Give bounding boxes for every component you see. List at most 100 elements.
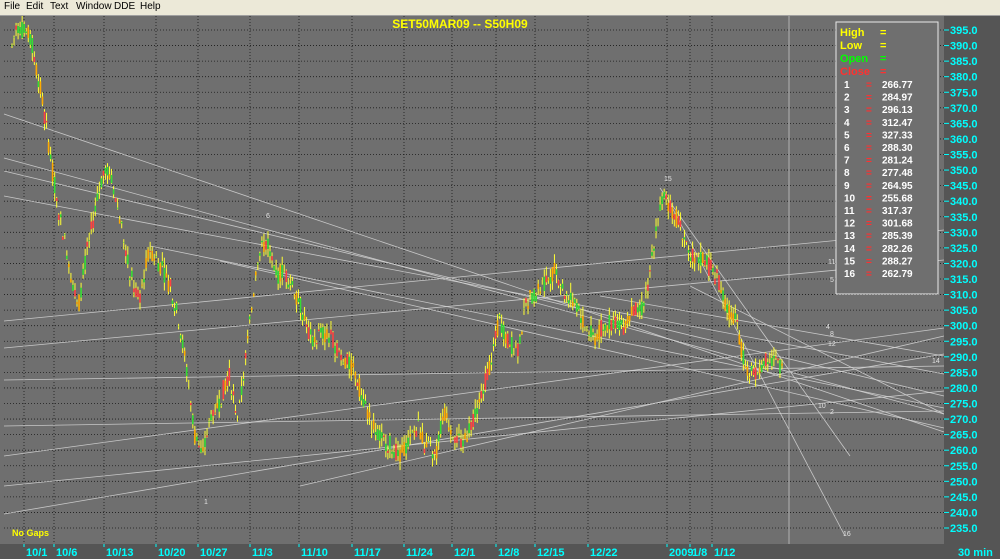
legend-equals: = [866,130,872,141]
legend-level-number: 2 [844,93,850,104]
menu-help[interactable]: Help [140,1,161,12]
y-tick-label: 295.0 [950,336,978,348]
y-tick-label: 390.0 [950,41,978,53]
legend-equals: = [866,156,872,167]
y-tick-label: 250.0 [950,476,978,488]
legend-level-number: 11 [844,206,855,217]
x-tick-label: 11/17 [354,547,381,559]
legend-level-number: 16 [844,269,856,280]
y-tick-label: 255.0 [950,461,978,473]
legend-open-label: Open [840,53,868,65]
legend-equals: = [866,269,872,280]
no-gaps-label: No Gaps [12,528,49,538]
x-tick-label: 12/22 [590,547,618,559]
y-tick-label: 275.0 [950,399,978,411]
legend-level-number: 4 [844,118,850,129]
y-tick-label: 325.0 [950,243,978,255]
y-tick-label: 290.0 [950,352,978,364]
trendline-label: 16 [843,531,851,538]
legend-level-number: 8 [844,168,850,179]
legend-level-value: 327.33 [882,130,913,141]
x-tick-label: 10/1 [26,547,47,559]
trendline-label: 10 [818,403,826,410]
y-tick-label: 360.0 [950,134,978,146]
y-tick-label: 315.0 [950,274,978,286]
y-tick-label: 385.0 [950,56,978,68]
y-tick-label: 380.0 [950,72,978,84]
y-tick-label: 370.0 [950,103,978,115]
x-unit-label: 30 min [958,547,993,559]
y-tick-label: 375.0 [950,87,978,99]
y-tick-label: 350.0 [950,165,978,177]
y-tick-label: 260.0 [950,445,978,457]
legend-level-value: 285.39 [882,231,913,242]
legend-equals: = [866,80,872,91]
legend-level-value: 284.97 [882,93,913,104]
legend-level-value: 281.24 [882,156,913,167]
legend-level-value: 255.68 [882,193,913,204]
y-tick-label: 305.0 [950,305,978,317]
x-tick-label: 11/10 [301,547,328,559]
legend-equals: = [866,168,872,179]
y-tick-label: 245.0 [950,492,978,504]
legend-level-number: 14 [844,244,856,255]
legend-level-number: 13 [844,231,856,242]
trendline-label: 8 [830,331,834,338]
legend-level-value: 312.47 [882,118,913,129]
legend-level-value: 266.77 [882,80,913,91]
x-tick-label: 2009 [669,547,693,559]
trendline-label: 11 [828,259,835,266]
legend-level-value: 264.95 [882,181,913,192]
legend-level-number: 10 [844,193,856,204]
legend-level-number: 7 [844,156,850,167]
legend-level-value: 317.37 [882,206,913,217]
plot-area [4,16,944,544]
x-tick-label: 10/20 [158,547,186,559]
y-tick-label: 285.0 [950,367,978,379]
trendline-label: 4 [826,324,830,331]
y-tick-label: 320.0 [950,258,978,270]
legend-level-value: 301.68 [882,219,913,230]
x-tick-label: 10/13 [106,547,134,559]
trendline-label: 2 [830,409,834,416]
y-tick-label: 300.0 [950,321,978,333]
x-tick-label: 12/1 [454,547,475,559]
legend-equals: = [866,256,872,267]
legend-equals: = [866,181,872,192]
legend-equals: = [866,143,872,154]
legend-low-label: Low [840,40,862,52]
legend-level-value: 296.13 [882,105,913,116]
legend-level-number: 6 [844,143,850,154]
legend-high-label: High [840,27,865,39]
x-tick-label: 11/24 [406,547,434,559]
legend-level-number: 12 [844,219,856,230]
legend-equals: = [880,40,886,52]
y-tick-label: 345.0 [950,181,978,193]
legend-level-value: 288.27 [882,256,913,267]
y-tick-label: 265.0 [950,430,978,442]
y-tick-label: 355.0 [950,150,978,162]
y-tick-label: 240.0 [950,507,978,519]
trendline-label: 12 [828,341,836,348]
legend-equals: = [866,193,872,204]
legend-level-number: 5 [844,130,850,141]
trendline-label: 6 [266,213,270,220]
price-chart: 124568101112141516 SET50MAR09 -- S50H09 … [0,16,1000,559]
menu-window[interactable]: Window [76,1,112,12]
legend: High = Low = Open = Close = 1 = 266.77 2 = 284.97 3 = 29… [835,21,939,295]
y-tick-label: 235.0 [950,523,978,535]
chart-title: SET50MAR09 -- S50H09 [392,17,528,31]
menu-dde[interactable]: DDE [114,1,135,12]
x-tick-label: 10/6 [56,547,77,559]
x-tick-label: 10/27 [200,547,228,559]
legend-equals: = [866,219,872,230]
legend-level-number: 15 [844,256,856,267]
x-tick-label: 1/8 [692,547,707,559]
menu-edit[interactable]: Edit [26,1,43,12]
trendline-label: 1 [204,499,208,506]
menu-text[interactable]: Text [50,1,68,12]
legend-level-value: 277.48 [882,168,913,179]
menu-file[interactable]: File [4,1,20,12]
legend-equals: = [866,206,872,217]
x-tick-label: 11/3 [252,547,273,559]
